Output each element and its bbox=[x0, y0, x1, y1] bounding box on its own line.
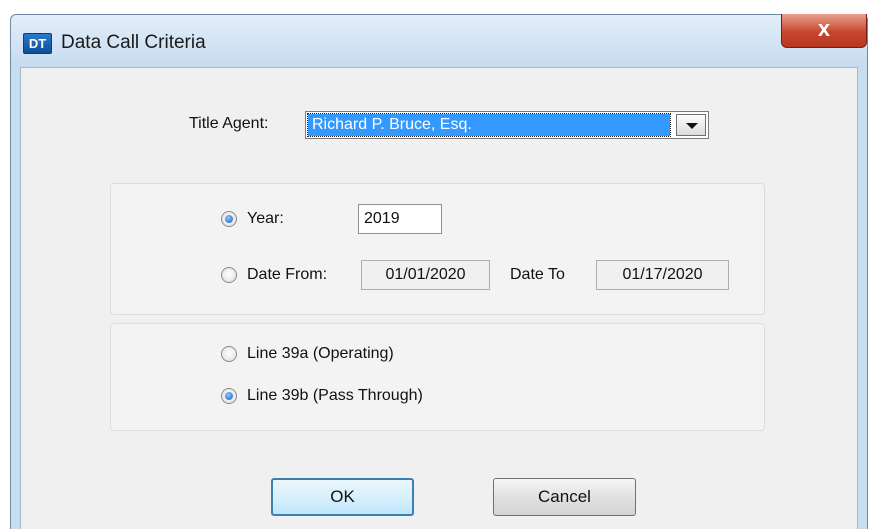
title-agent-label: Title Agent: bbox=[189, 115, 269, 132]
title-bar[interactable]: DT Data Call Criteria x bbox=[11, 14, 867, 67]
chevron-down-icon bbox=[686, 123, 698, 129]
dialog-window: DT Data Call Criteria x Title Agent: Ric… bbox=[10, 14, 868, 529]
line-39b-label: Line 39b (Pass Through) bbox=[247, 387, 423, 404]
date-to-label: Date To bbox=[510, 266, 565, 283]
app-icon: DT bbox=[23, 33, 52, 54]
date-from-field[interactable]: 01/01/2020 bbox=[361, 260, 490, 290]
year-input[interactable]: 2019 bbox=[358, 204, 442, 234]
date-to-field[interactable]: 01/17/2020 bbox=[596, 260, 729, 290]
date-from-label: Date From: bbox=[247, 266, 328, 283]
line-39b-radio[interactable] bbox=[221, 388, 237, 404]
year-radio[interactable] bbox=[221, 211, 237, 227]
title-agent-dropdown[interactable]: Richard P. Bruce, Esq. bbox=[305, 111, 709, 139]
dialog-body: Title Agent: Richard P. Bruce, Esq. Year… bbox=[20, 67, 858, 529]
line-group: Line 39a (Operating) Line 39b (Pass Thro… bbox=[110, 323, 765, 431]
line-39a-label: Line 39a (Operating) bbox=[247, 345, 394, 362]
cancel-button[interactable]: Cancel bbox=[493, 478, 636, 516]
ok-button[interactable]: OK bbox=[271, 478, 414, 516]
close-icon: x bbox=[817, 16, 831, 41]
period-group: Year: 2019 Date From: 01/01/2020 Date To… bbox=[110, 183, 765, 315]
close-button[interactable]: x bbox=[781, 14, 867, 48]
dropdown-button[interactable] bbox=[676, 114, 706, 136]
line-39a-radio[interactable] bbox=[221, 346, 237, 362]
date-range-radio[interactable] bbox=[221, 267, 237, 283]
year-label: Year: bbox=[247, 210, 284, 227]
title-agent-selected-value: Richard P. Bruce, Esq. bbox=[307, 113, 671, 137]
window-title: Data Call Criteria bbox=[61, 32, 206, 53]
